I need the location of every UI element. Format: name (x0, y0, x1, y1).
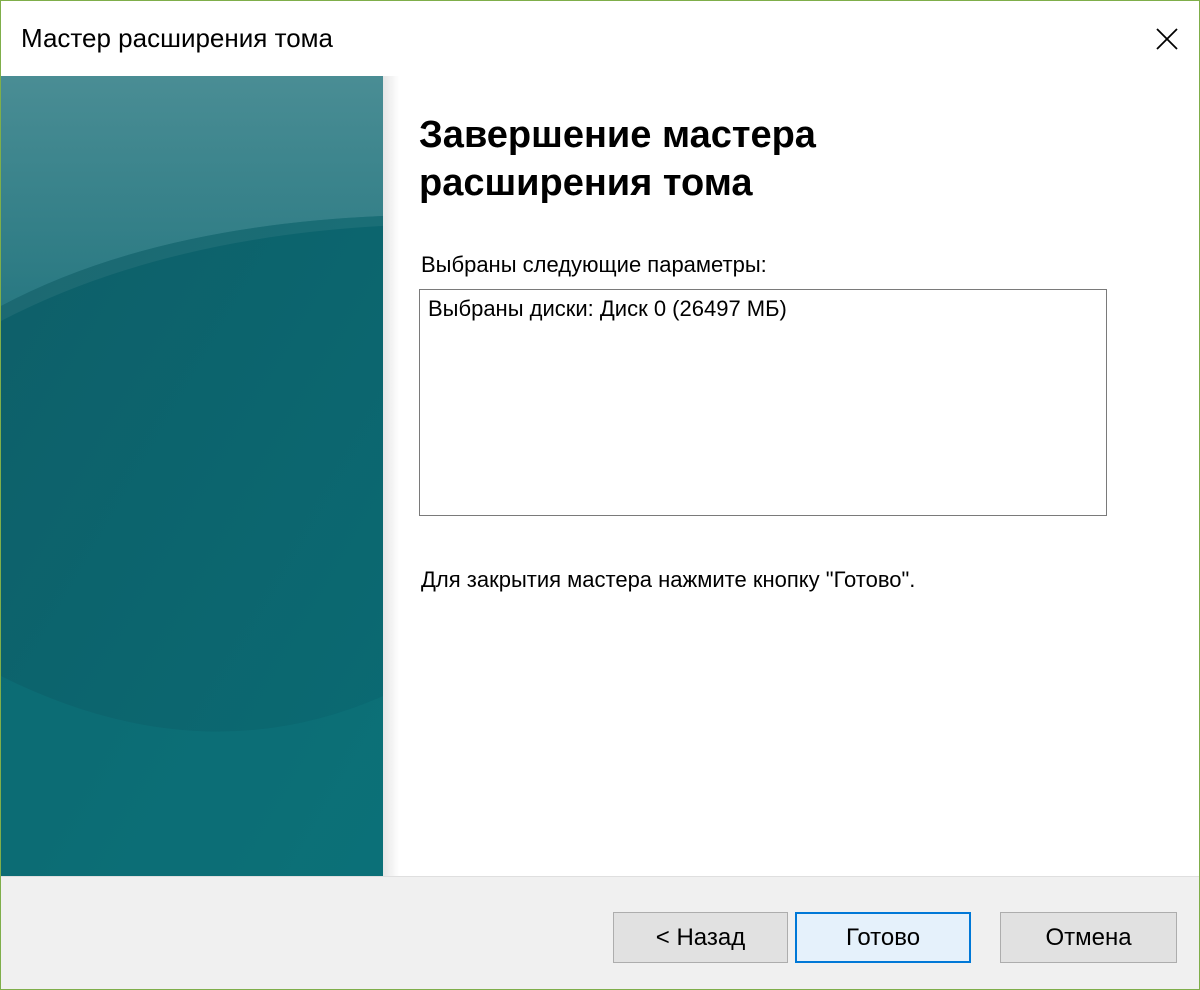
wizard-window: Мастер расширения тома Завершение мастер… (0, 0, 1200, 990)
params-label: Выбраны следующие параметры: (421, 252, 767, 277)
params-summary-box[interactable]: Выбраны диски: Диск 0 (26497 МБ) (419, 289, 1107, 516)
close-icon (1155, 27, 1179, 51)
close-button[interactable] (1135, 1, 1199, 76)
banner-shadow (383, 76, 399, 876)
wizard-content: Завершение мастера расширения тома Выбра… (419, 76, 1179, 876)
finish-instruction: Для закрытия мастера нажмите кнопку "Гот… (421, 567, 916, 592)
finish-button[interactable]: Готово (795, 912, 971, 963)
title-bar: Мастер расширения тома (1, 1, 1199, 76)
button-bar: < Назад Готово Отмена (1, 877, 1199, 989)
page-title: Завершение мастера расширения тома (419, 114, 816, 204)
back-button[interactable]: < Назад (613, 912, 788, 963)
params-line: Выбраны диски: Диск 0 (26497 МБ) (428, 296, 787, 321)
cancel-button[interactable]: Отмена (1000, 912, 1177, 963)
window-title: Мастер расширения тома (21, 23, 333, 53)
wizard-banner-image (1, 76, 383, 876)
